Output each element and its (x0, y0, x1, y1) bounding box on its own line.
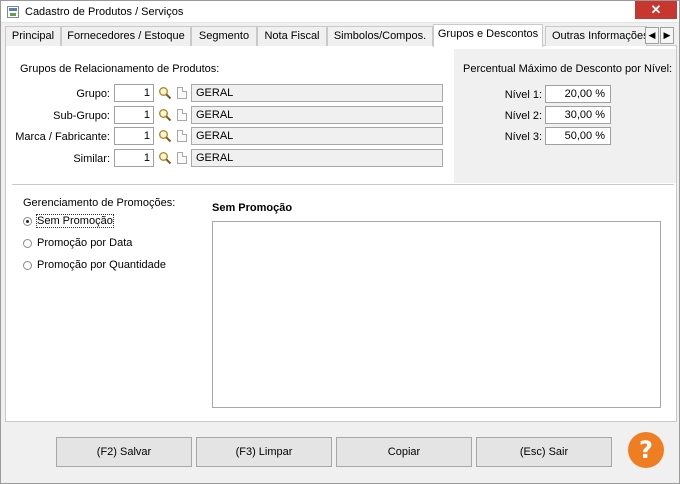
save-button-label: (F2) Salvar (96, 446, 152, 458)
marca-fabricante-label: Marca / Fabricante: (15, 131, 110, 143)
grupo-document-icon[interactable] (177, 87, 187, 99)
nivel-3-input[interactable]: 50,00 % (545, 127, 611, 145)
radio-promocao-por-quantidade-label[interactable]: Promoção por Quantidade (37, 259, 166, 271)
nivel-1-input[interactable]: 20,00 % (545, 85, 611, 103)
radio-sem-promocao-label[interactable]: Sem Promoção (36, 214, 114, 228)
sub-grupo-search-icon[interactable] (158, 108, 172, 122)
radio-sem-promocao-indicator[interactable] (23, 217, 32, 226)
nivel-3-label: Nível 3: (504, 131, 542, 143)
help-button[interactable]: ? (628, 432, 664, 468)
exit-button[interactable]: (Esc) Sair (476, 437, 612, 467)
section-divider (12, 184, 674, 185)
nivel-2-label: Nível 2: (504, 110, 542, 122)
main-window: Cadastro de Produtos / Serviços ✕ Princi… (0, 0, 680, 484)
clear-button-label: (F3) Limpar (235, 446, 293, 458)
tab-panel-grupos-descontos: Grupos de Relacionamento de Produtos: Gr… (5, 46, 677, 422)
marca-fabricante-document-icon[interactable] (177, 130, 187, 142)
promotion-panel (212, 221, 661, 408)
similar-label: Similar: (73, 153, 110, 165)
tab-scroll-right-button[interactable]: ▶ (660, 27, 674, 44)
nivel-1-label: Nível 1: (504, 89, 542, 101)
tab-bar: Principal Fornecedores / Estoque Segment… (5, 24, 677, 47)
marca-fabricante-search-icon[interactable] (158, 129, 172, 143)
similar-search-icon[interactable] (158, 151, 172, 165)
window-title: Cadastro de Produtos / Serviços (25, 6, 184, 18)
title-bar: Cadastro de Produtos / Serviços ✕ (1, 1, 679, 23)
marca-fabricante-description-field: GERAL (191, 127, 443, 145)
tab-principal[interactable]: Principal (5, 26, 61, 46)
tab-nota-fiscal[interactable]: Nota Fiscal (257, 26, 327, 46)
copy-button-label: Copiar (387, 446, 421, 458)
groups-heading: Grupos de Relacionamento de Produtos: (20, 63, 220, 75)
similar-description-field: GERAL (191, 149, 443, 167)
tab-fornecedores-estoque[interactable]: Fornecedores / Estoque (61, 26, 191, 46)
promotions-heading: Gerenciamento de Promoções: (23, 197, 176, 209)
clear-button[interactable]: (F3) Limpar (196, 437, 332, 467)
radio-promocao-por-quantidade-indicator[interactable] (23, 261, 32, 270)
sub-grupo-description-field: GERAL (191, 106, 443, 124)
marca-fabricante-code-input[interactable]: 1 (114, 127, 154, 145)
grupo-label: Grupo: (76, 88, 110, 100)
similar-document-icon[interactable] (177, 152, 187, 164)
close-button[interactable]: ✕ (635, 1, 677, 19)
radio-promocao-por-data-indicator[interactable] (23, 239, 32, 248)
discount-section: Percentual Máximo de Desconto por Nível:… (454, 49, 676, 183)
tab-scroll-left-button[interactable]: ◀ (645, 27, 659, 44)
promotion-panel-title: Sem Promoção (212, 202, 293, 214)
grupo-search-icon[interactable] (158, 86, 172, 100)
sub-grupo-code-input[interactable]: 1 (114, 106, 154, 124)
discount-heading: Percentual Máximo de Desconto por Nível: (463, 63, 673, 75)
tab-simbolos-compos[interactable]: Simbolos/Compos. (327, 26, 433, 46)
similar-code-input[interactable]: 1 (114, 149, 154, 167)
radio-promocao-por-data-label[interactable]: Promoção por Data (37, 237, 132, 249)
sub-grupo-label: Sub-Grupo: (53, 110, 110, 122)
grupo-description-field: GERAL (191, 84, 443, 102)
tab-outras-informacoes[interactable]: Outras Informações (545, 26, 647, 46)
save-button[interactable]: (F2) Salvar (56, 437, 192, 467)
tab-segmento[interactable]: Segmento (191, 26, 257, 46)
sub-grupo-document-icon[interactable] (177, 109, 187, 121)
tab-grupos-descontos[interactable]: Grupos e Descontos (433, 24, 543, 47)
app-icon (7, 6, 19, 18)
copy-button[interactable]: Copiar (336, 437, 472, 467)
nivel-2-input[interactable]: 30,00 % (545, 106, 611, 124)
exit-button-label: (Esc) Sair (519, 446, 569, 458)
grupo-code-input[interactable]: 1 (114, 84, 154, 102)
